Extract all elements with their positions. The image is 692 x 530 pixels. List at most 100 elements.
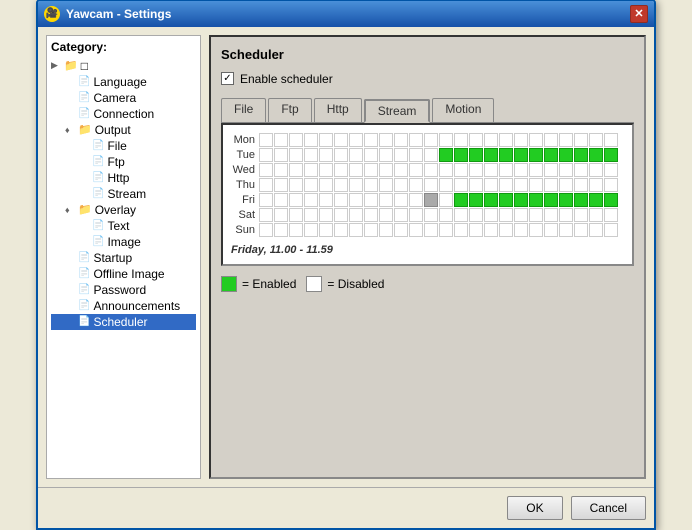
- cell-wed-14[interactable]: [469, 163, 483, 177]
- sidebar-item-ftp[interactable]: 📄Ftp: [51, 154, 196, 170]
- cell-wed-2[interactable]: [289, 163, 303, 177]
- cell-thu-6[interactable]: [349, 178, 363, 192]
- cell-thu-19[interactable]: [544, 178, 558, 192]
- cell-sat-7[interactable]: [364, 208, 378, 222]
- cell-mon-4[interactable]: [319, 133, 333, 147]
- cell-sun-9[interactable]: [394, 223, 408, 237]
- cell-tue-18[interactable]: [529, 148, 543, 162]
- cell-fri-9[interactable]: [394, 193, 408, 207]
- cell-fri-4[interactable]: [319, 193, 333, 207]
- cell-wed-12[interactable]: [439, 163, 453, 177]
- cell-wed-1[interactable]: [274, 163, 288, 177]
- cell-sat-14[interactable]: [469, 208, 483, 222]
- cell-wed-8[interactable]: [379, 163, 393, 177]
- cell-sun-19[interactable]: [544, 223, 558, 237]
- cell-sat-5[interactable]: [334, 208, 348, 222]
- cell-wed-10[interactable]: [409, 163, 423, 177]
- cell-thu-7[interactable]: [364, 178, 378, 192]
- cell-sat-4[interactable]: [319, 208, 333, 222]
- cell-thu-2[interactable]: [289, 178, 303, 192]
- cell-wed-3[interactable]: [304, 163, 318, 177]
- cell-sun-14[interactable]: [469, 223, 483, 237]
- close-button[interactable]: ✕: [630, 5, 648, 23]
- cell-sun-22[interactable]: [589, 223, 603, 237]
- cell-tue-0[interactable]: [259, 148, 273, 162]
- tab-motion[interactable]: Motion: [432, 98, 494, 122]
- cell-fri-10[interactable]: [409, 193, 423, 207]
- cell-sun-23[interactable]: [604, 223, 618, 237]
- cell-mon-18[interactable]: [529, 133, 543, 147]
- cell-sat-17[interactable]: [514, 208, 528, 222]
- cell-wed-11[interactable]: [424, 163, 438, 177]
- cell-mon-13[interactable]: [454, 133, 468, 147]
- cell-thu-17[interactable]: [514, 178, 528, 192]
- cell-sun-21[interactable]: [574, 223, 588, 237]
- cell-fri-1[interactable]: [274, 193, 288, 207]
- cell-tue-5[interactable]: [334, 148, 348, 162]
- cell-thu-13[interactable]: [454, 178, 468, 192]
- cell-fri-5[interactable]: [334, 193, 348, 207]
- cell-sun-5[interactable]: [334, 223, 348, 237]
- cell-wed-5[interactable]: [334, 163, 348, 177]
- cell-mon-23[interactable]: [604, 133, 618, 147]
- cell-sun-0[interactable]: [259, 223, 273, 237]
- cell-fri-7[interactable]: [364, 193, 378, 207]
- sidebar-item-camera[interactable]: 📄Camera: [51, 90, 196, 106]
- cell-sun-3[interactable]: [304, 223, 318, 237]
- cell-sun-16[interactable]: [499, 223, 513, 237]
- sidebar-item-output[interactable]: ♦📁Output: [51, 122, 196, 138]
- cell-tue-1[interactable]: [274, 148, 288, 162]
- cell-tue-22[interactable]: [589, 148, 603, 162]
- cell-tue-20[interactable]: [559, 148, 573, 162]
- cell-fri-8[interactable]: [379, 193, 393, 207]
- tab-stream[interactable]: Stream: [364, 99, 431, 123]
- cell-sat-9[interactable]: [394, 208, 408, 222]
- cell-sat-18[interactable]: [529, 208, 543, 222]
- cell-sun-17[interactable]: [514, 223, 528, 237]
- cancel-button[interactable]: Cancel: [571, 496, 646, 520]
- cell-wed-23[interactable]: [604, 163, 618, 177]
- cell-tue-9[interactable]: [394, 148, 408, 162]
- cell-tue-15[interactable]: [484, 148, 498, 162]
- cell-thu-23[interactable]: [604, 178, 618, 192]
- cell-sun-13[interactable]: [454, 223, 468, 237]
- cell-sun-20[interactable]: [559, 223, 573, 237]
- cell-fri-2[interactable]: [289, 193, 303, 207]
- cell-sat-20[interactable]: [559, 208, 573, 222]
- cell-thu-21[interactable]: [574, 178, 588, 192]
- cell-wed-17[interactable]: [514, 163, 528, 177]
- cell-wed-16[interactable]: [499, 163, 513, 177]
- cell-fri-0[interactable]: [259, 193, 273, 207]
- sidebar-item-overlay[interactable]: ♦📁Overlay: [51, 202, 196, 218]
- sidebar-item-stream[interactable]: 📄Stream: [51, 186, 196, 202]
- cell-thu-4[interactable]: [319, 178, 333, 192]
- tab-file[interactable]: File: [221, 98, 266, 122]
- cell-thu-18[interactable]: [529, 178, 543, 192]
- cell-wed-21[interactable]: [574, 163, 588, 177]
- cell-mon-16[interactable]: [499, 133, 513, 147]
- cell-mon-3[interactable]: [304, 133, 318, 147]
- cell-tue-2[interactable]: [289, 148, 303, 162]
- cell-fri-23[interactable]: [604, 193, 618, 207]
- cell-sat-8[interactable]: [379, 208, 393, 222]
- cell-tue-6[interactable]: [349, 148, 363, 162]
- cell-wed-22[interactable]: [589, 163, 603, 177]
- cell-mon-5[interactable]: [334, 133, 348, 147]
- cell-mon-11[interactable]: [424, 133, 438, 147]
- sidebar-item-connection[interactable]: 📄Connection: [51, 106, 196, 122]
- cell-sat-0[interactable]: [259, 208, 273, 222]
- cell-mon-19[interactable]: [544, 133, 558, 147]
- cell-tue-3[interactable]: [304, 148, 318, 162]
- cell-fri-13[interactable]: [454, 193, 468, 207]
- cell-wed-18[interactable]: [529, 163, 543, 177]
- cell-mon-12[interactable]: [439, 133, 453, 147]
- sidebar-item-file[interactable]: 📄File: [51, 138, 196, 154]
- cell-thu-20[interactable]: [559, 178, 573, 192]
- cell-mon-20[interactable]: [559, 133, 573, 147]
- cell-fri-15[interactable]: [484, 193, 498, 207]
- cell-tue-21[interactable]: [574, 148, 588, 162]
- cell-mon-6[interactable]: [349, 133, 363, 147]
- cell-fri-22[interactable]: [589, 193, 603, 207]
- cell-thu-15[interactable]: [484, 178, 498, 192]
- cell-fri-18[interactable]: [529, 193, 543, 207]
